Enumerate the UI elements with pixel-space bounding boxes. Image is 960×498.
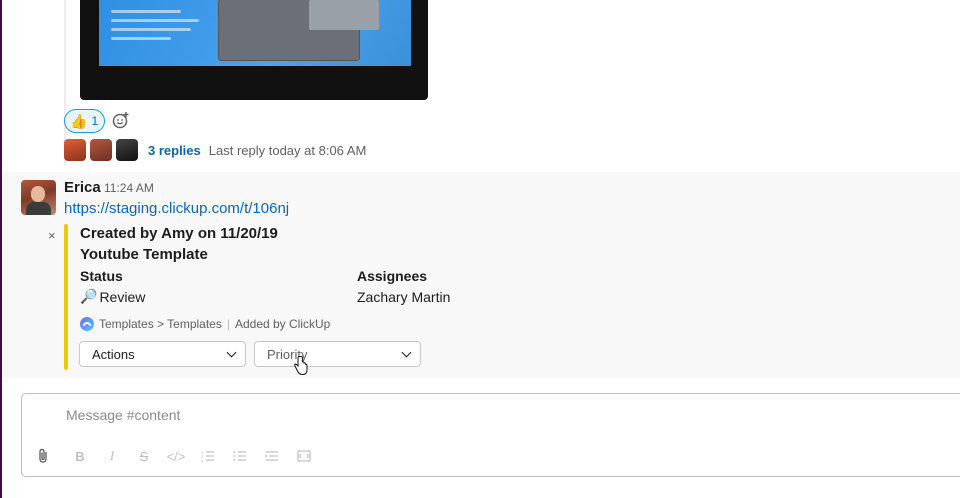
code-icon[interactable]: </> [160, 446, 192, 466]
replies-count-link[interactable]: 3 replies [148, 143, 201, 158]
add-emoji-icon [112, 112, 129, 129]
code-block-icon[interactable] [288, 446, 320, 466]
unfurl-footer: Templates > Templates | Added by ClickUp [80, 317, 330, 331]
hand-cursor-icon [293, 356, 308, 376]
added-by-text: Added by ClickUp [234, 317, 331, 331]
actions-select[interactable]: Actions [79, 341, 246, 367]
avatar [116, 139, 138, 161]
unfurl-title: Created by Amy on 11/20/19 [80, 225, 278, 242]
thread-replies[interactable]: 3 replies Last reply today at 8:06 AM [64, 139, 366, 161]
last-reply-time: Last reply today at 8:06 AM [208, 142, 367, 158]
message-timestamp[interactable]: 11:24 AM [104, 181, 154, 195]
divider: | [226, 317, 230, 331]
avatar[interactable] [21, 180, 56, 215]
svg-text:3: 3 [201, 458, 204, 462]
status-label: Status [80, 268, 123, 284]
clickup-logo-icon [80, 317, 94, 331]
close-icon[interactable]: × [48, 228, 56, 243]
video-attachment-preview[interactable] [80, 0, 428, 100]
avatar-face [31, 186, 45, 202]
chevron-down-icon [401, 347, 412, 357]
thumbs-up-reaction[interactable]: 👍 1 [64, 109, 106, 133]
strikethrough-icon[interactable]: S [128, 446, 160, 466]
blockquote-icon[interactable] [256, 446, 288, 466]
breadcrumb: Templates > Templates [99, 317, 222, 331]
assignees-value: Zachary Martin [357, 289, 451, 305]
status-value: 🔎 Review [80, 288, 145, 305]
bulleted-list-icon[interactable] [224, 446, 256, 466]
message-composer[interactable]: B I S </> 123 [21, 393, 960, 477]
avatar-body [26, 202, 51, 215]
magnifier-icon: 🔎 [80, 288, 98, 304]
priority-select[interactable]: Priority [254, 341, 421, 367]
ordered-list-icon[interactable]: 123 [192, 446, 224, 466]
avatar [90, 139, 112, 161]
actions-select-label: Actions [92, 346, 135, 362]
avatar [64, 139, 86, 161]
video-thumbnail [99, 0, 411, 66]
chevron-down-icon [226, 347, 237, 357]
composer-footer [2, 480, 960, 498]
thumbnail-window-secondary [309, 0, 379, 30]
add-reaction-button[interactable] [110, 109, 132, 131]
status-text: Review [99, 288, 146, 305]
assignees-label: Assignees [357, 268, 428, 284]
attach-icon[interactable] [32, 446, 54, 466]
sender-name[interactable]: Erica [64, 179, 101, 196]
unfurl-task-name: Youtube Template [80, 246, 208, 263]
formatting-toolbar: B I S </> 123 [32, 446, 320, 466]
unfurl-accent-bar [64, 224, 68, 370]
message-input[interactable] [64, 404, 668, 426]
thumbnail-text-lines [111, 10, 201, 52]
italic-icon[interactable]: I [96, 446, 128, 466]
task-link[interactable]: https://staging.clickup.com/t/106nj [64, 200, 289, 217]
thumbs-up-icon: 👍 [70, 112, 88, 129]
bold-icon[interactable]: B [64, 446, 96, 466]
reaction-count: 1 [91, 114, 99, 128]
